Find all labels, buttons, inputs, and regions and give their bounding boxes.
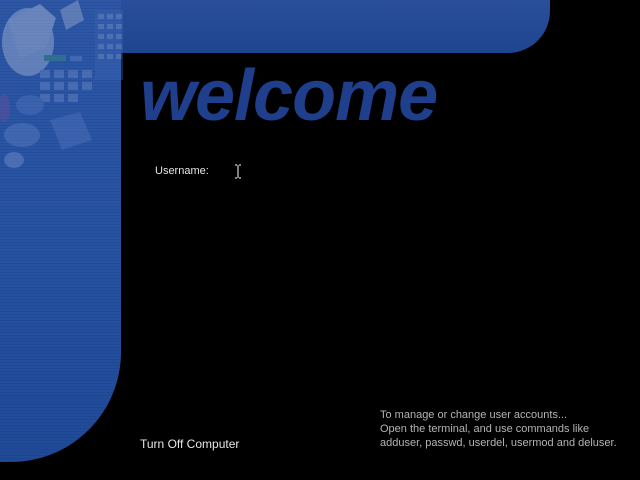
welcome-title: welcome <box>140 56 438 136</box>
help-line: Open the terminal, and use commands like <box>380 423 590 435</box>
text-cursor-icon <box>235 164 241 179</box>
username-field[interactable] <box>231 162 381 180</box>
accounts-help-text: To manage or change user accounts... Ope… <box>380 408 617 450</box>
decorative-artwork <box>0 0 123 168</box>
username-label: Username: <box>155 165 209 177</box>
help-line: To manage or change user accounts... <box>380 409 568 421</box>
help-line: adduser, passwd, userdel, usermod and de… <box>380 437 617 449</box>
turn-off-computer-button[interactable]: Turn Off Computer <box>140 437 239 451</box>
login-screen: welcome Username: Turn Off Computer To m… <box>0 0 640 480</box>
